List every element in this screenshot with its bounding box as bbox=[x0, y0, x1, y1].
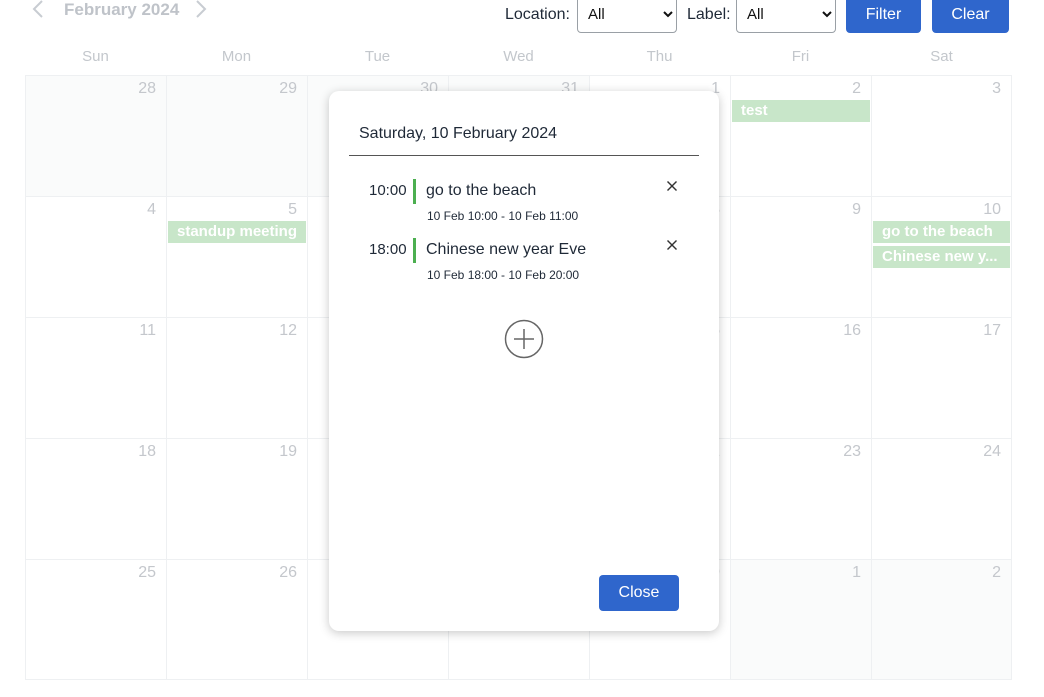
day-cell[interactable]: 19 bbox=[166, 438, 307, 559]
agenda-time-range: 10 Feb 18:00 - 10 Feb 20:00 bbox=[427, 268, 580, 282]
weekday-thu: Thu bbox=[646, 48, 673, 65]
event-go-to-the-beach[interactable]: go to the beach bbox=[873, 221, 1010, 243]
weekday-mon: Mon bbox=[221, 48, 252, 65]
event-chinese-new-year[interactable]: Chinese new y... bbox=[873, 246, 1010, 268]
chevron-left-icon[interactable] bbox=[28, 0, 48, 22]
close-icon[interactable] bbox=[666, 179, 680, 193]
day-number: 18 bbox=[138, 443, 156, 460]
weekday-wed: Wed bbox=[503, 48, 534, 65]
day-number: 3 bbox=[992, 80, 1001, 97]
day-cell[interactable]: 5 standup meeting bbox=[166, 196, 307, 317]
agenda-time: 10:00 bbox=[369, 182, 407, 199]
day-number: 19 bbox=[279, 443, 297, 460]
day-cell[interactable]: 29 bbox=[166, 75, 307, 196]
day-number: 26 bbox=[279, 564, 297, 581]
day-number: 28 bbox=[138, 80, 156, 97]
day-cell[interactable]: 23 bbox=[730, 438, 871, 559]
agenda-title: Chinese new year Eve bbox=[426, 241, 587, 258]
day-number: 11 bbox=[139, 322, 156, 339]
day-cell[interactable]: 1 bbox=[730, 559, 871, 680]
day-number: 4 bbox=[147, 201, 156, 218]
day-number: 2 bbox=[992, 564, 1001, 581]
weekday-tue: Tue bbox=[364, 48, 391, 65]
weekday-header: Sun Mon Tue Wed Thu Fri Sat bbox=[25, 46, 1012, 68]
agenda-item[interactable]: 10:00 go to the beach 10 Feb 10:00 - 10 … bbox=[329, 179, 719, 229]
day-cell[interactable]: 2 bbox=[871, 559, 1012, 680]
agenda-item[interactable]: 18:00 Chinese new year Eve 10 Feb 18:00 … bbox=[329, 238, 719, 288]
day-cell[interactable]: 12 bbox=[166, 317, 307, 438]
weekday-fri: Fri bbox=[791, 48, 810, 65]
location-label: Location: bbox=[505, 6, 570, 23]
calendar-toolbar: February 2024 Location: All Label: All F… bbox=[0, 0, 1044, 40]
weekday-sat: Sat bbox=[930, 48, 953, 65]
agenda-time-range: 10 Feb 10:00 - 10 Feb 11:00 bbox=[427, 209, 579, 223]
clear-button[interactable]: Clear bbox=[932, 0, 1009, 33]
day-cell[interactable]: 3 bbox=[871, 75, 1012, 196]
day-cell[interactable]: 26 bbox=[166, 559, 307, 680]
day-cell[interactable]: 4 bbox=[25, 196, 166, 317]
day-number: 23 bbox=[843, 443, 861, 460]
day-cell[interactable]: 2 test bbox=[730, 75, 871, 196]
agenda-color-bar bbox=[413, 238, 416, 263]
day-cell[interactable]: 10 go to the beach Chinese new y... bbox=[871, 196, 1012, 317]
month-title: February 2024 bbox=[64, 0, 180, 19]
day-number: 17 bbox=[983, 322, 1001, 339]
filter-button[interactable]: Filter bbox=[846, 0, 921, 33]
day-number: 29 bbox=[279, 80, 297, 97]
day-number: 12 bbox=[279, 322, 297, 339]
agenda-title: go to the beach bbox=[426, 182, 537, 199]
close-button[interactable]: Close bbox=[599, 575, 679, 611]
day-cell[interactable]: 9 bbox=[730, 196, 871, 317]
label-select[interactable]: All bbox=[736, 0, 836, 33]
weekday-sun: Sun bbox=[82, 48, 109, 65]
day-number: 24 bbox=[983, 443, 1001, 460]
agenda-time: 18:00 bbox=[369, 241, 407, 258]
day-cell[interactable]: 18 bbox=[25, 438, 166, 559]
modal-divider bbox=[349, 155, 699, 156]
day-number: 16 bbox=[843, 322, 861, 339]
location-select[interactable]: All bbox=[577, 0, 677, 33]
event-test[interactable]: test bbox=[732, 100, 870, 122]
day-number: 1 bbox=[852, 564, 861, 581]
day-detail-modal: Saturday, 10 February 2024 10:00 go to t… bbox=[329, 91, 719, 631]
chevron-right-icon[interactable] bbox=[191, 0, 211, 22]
agenda-color-bar bbox=[413, 179, 416, 204]
day-number: 9 bbox=[852, 201, 861, 218]
day-number: 25 bbox=[138, 564, 156, 581]
day-cell[interactable]: 28 bbox=[25, 75, 166, 196]
day-number: 5 bbox=[288, 201, 297, 218]
event-standup-meeting[interactable]: standup meeting bbox=[168, 221, 306, 243]
day-cell[interactable]: 11 bbox=[25, 317, 166, 438]
day-cell[interactable]: 24 bbox=[871, 438, 1012, 559]
day-cell[interactable]: 17 bbox=[871, 317, 1012, 438]
day-number: 10 bbox=[983, 201, 1001, 218]
label-label: Label: bbox=[687, 6, 731, 23]
close-icon[interactable] bbox=[666, 238, 680, 252]
modal-date-title: Saturday, 10 February 2024 bbox=[359, 125, 558, 142]
day-cell[interactable]: 25 bbox=[25, 559, 166, 680]
day-number: 2 bbox=[852, 80, 861, 97]
plus-circle-icon[interactable] bbox=[504, 319, 544, 359]
day-cell[interactable]: 16 bbox=[730, 317, 871, 438]
